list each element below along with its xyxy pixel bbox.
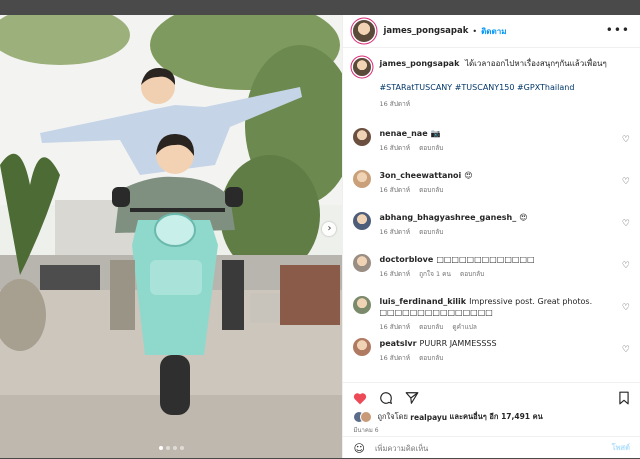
comment-meta: 16 สัปดาห์ ตอบกลับ — [379, 185, 472, 196]
post-side-panel: james_pongsapak • ติดตาม ••• james_pongs… — [342, 15, 640, 458]
post-header: james_pongsapak • ติดตาม ••• — [343, 15, 640, 48]
heart-icon[interactable] — [353, 392, 367, 405]
comment-row: 3on_cheewattanoi 😍 16 สัปดาห์ ตอบกลับ ♡ — [343, 164, 640, 206]
comment-time: 16 สัปดาห์ — [379, 186, 411, 194]
commenter-username[interactable]: luis_ferdinand_kilik — [379, 297, 466, 306]
caption-hashtags[interactable]: #STARatTUSCANY #TUSCANY150 #GPXThailand — [379, 82, 606, 94]
header-separator: • — [472, 26, 478, 36]
comment-row: luis_ferdinand_kilik Impressive post. Gre… — [343, 290, 640, 332]
post-photo[interactable]: › — [0, 15, 343, 458]
action-icons — [343, 383, 640, 405]
comment-input[interactable] — [372, 442, 612, 454]
likes-count[interactable]: และคนอื่นๆ อีก 17,491 คน — [450, 411, 543, 423]
comment-time: 16 สัปดาห์ — [379, 354, 411, 362]
comment-row: abhang_bhagyashree_ganesh_ 😍 16 สัปดาห์ ตอบ… — [343, 206, 640, 248]
commenter-avatar[interactable] — [353, 212, 372, 230]
comment-icon[interactable] — [379, 391, 393, 405]
comment-text: 📷 — [430, 129, 441, 138]
comment-body: 3on_cheewattanoi 😍 16 สัปดาห์ ตอบกลับ — [379, 164, 472, 196]
caption-time: 16 สัปดาห์ — [379, 100, 411, 108]
comment-time: 16 สัปดาห์ — [379, 270, 411, 278]
carousel-dot — [172, 446, 177, 450]
comment-meta: 16 สัปดาห์ ตอบกลับ — [379, 143, 443, 154]
more-options-icon[interactable]: ••• — [606, 24, 630, 36]
commenter-username[interactable]: peatslvr — [379, 339, 416, 348]
caption-username[interactable]: james_pongsapak — [379, 59, 459, 68]
comment-text: PUURR JAMMESSSS — [419, 339, 497, 348]
commenter-avatar[interactable] — [353, 170, 372, 188]
follow-button[interactable]: ติดตาม — [481, 25, 506, 38]
caption-meta: 16 สัปดาห์ — [379, 98, 606, 110]
comment-time: 16 สัปดาห์ — [379, 228, 411, 236]
comment-row: nenae_nae 📷 16 สัปดาห์ ตอบกลับ ♡ — [343, 122, 640, 164]
caption-body: james_pongsapak ได้เวลาออกไปหาเรื่องสนุก… — [379, 58, 606, 110]
reply-button[interactable]: ตอบกลับ — [460, 269, 484, 280]
comment-heart-icon[interactable]: ♡ — [622, 345, 630, 355]
caption-text: ได้เวลาออกไปหาเรื่องสนุกๆกันแล้วเพื่อนๆ — [464, 59, 607, 68]
comment-text: □□□□□□□□□□□□□ — [436, 255, 535, 264]
carousel-dot — [158, 446, 163, 450]
comment-time: 16 สัปดาห์ — [379, 144, 411, 152]
commenter-username[interactable]: doctorblove — [379, 255, 433, 264]
emoji-icon[interactable]: ☺ — [353, 442, 364, 455]
comment-meta: 16 สัปดาห์ ถูกใจ 1 คน ตอบกลับ — [379, 269, 534, 280]
bookmark-icon[interactable] — [618, 391, 630, 405]
comment-row: doctorblove □□□□□□□□□□□□□ 16 สัปดาห์ ถูกใจ … — [343, 248, 640, 290]
comment-heart-icon[interactable]: ♡ — [622, 303, 630, 313]
liker-avatars — [353, 411, 373, 423]
commenter-username[interactable]: abhang_bhagyashree_ganesh_ — [379, 213, 516, 222]
action-bar: ถูกใจโดย realpayu และคนอื่นๆ อีก 17,491 … — [343, 382, 640, 459]
commenter-avatar[interactable] — [353, 254, 372, 272]
carousel-dots — [0, 446, 342, 450]
author-avatar[interactable] — [353, 20, 376, 42]
comment-heart-icon[interactable]: ♡ — [622, 135, 630, 145]
post-modal: › james_pongsapak • ติดตาม ••• james_pon… — [0, 15, 640, 458]
reply-button[interactable]: ตอบกลับ — [419, 227, 443, 238]
carousel-dot — [165, 446, 170, 450]
carousel-dot — [179, 446, 184, 450]
comment-body: nenae_nae 📷 16 สัปดาห์ ตอบกลับ — [379, 122, 443, 154]
likes-prefix: ถูกใจโดย — [377, 412, 408, 421]
liker-username[interactable]: realpayu — [410, 413, 447, 422]
comment-body: abhang_bhagyashree_ganesh_ 😍 16 สัปดาห์ ตอบ… — [379, 206, 527, 238]
commenter-username[interactable]: nenae_nae — [379, 129, 427, 138]
reply-button[interactable]: ตอบกลับ — [419, 353, 443, 364]
comments-list[interactable]: james_pongsapak ได้เวลาออกไปหาเรื่องสนุก… — [343, 48, 640, 382]
author-avatar[interactable] — [353, 58, 372, 76]
reply-button[interactable]: ตอบกลับ — [419, 143, 443, 154]
comment-meta: 16 สัปดาห์ ตอบกลับ — [379, 353, 496, 364]
comment-likes[interactable]: ถูกใจ 1 คน — [419, 269, 451, 280]
share-icon[interactable] — [405, 391, 419, 405]
author-username[interactable]: james_pongsapak — [383, 26, 468, 36]
photo-illustration — [0, 15, 343, 458]
comment-heart-icon[interactable]: ♡ — [622, 219, 630, 229]
add-comment-bar: ☺ โพสต์ — [343, 436, 640, 459]
commenter-avatar[interactable] — [353, 338, 372, 356]
comment-body: peatslvr PUURR JAMMESSSS 16 สัปดาห์ ตอบกลับ — [379, 332, 496, 364]
likes-summary: ถูกใจโดย realpayu และคนอื่นๆ อีก 17,491 … — [343, 405, 640, 423]
commenter-username[interactable]: 3on_cheewattanoi — [379, 171, 461, 180]
comment-heart-icon[interactable]: ♡ — [622, 261, 630, 271]
post-date: มีนาคม 6 — [353, 427, 379, 434]
comment-text: 😍 — [519, 213, 528, 222]
commenter-avatar[interactable] — [353, 296, 372, 314]
post-comment-button[interactable]: โพสต์ — [612, 442, 630, 454]
comment-heart-icon[interactable]: ♡ — [622, 177, 630, 187]
comment-body: doctorblove □□□□□□□□□□□□□ 16 สัปดาห์ ถูกใจ … — [379, 248, 534, 280]
caption: james_pongsapak ได้เวลาออกไปหาเรื่องสนุก… — [343, 48, 640, 110]
comment-meta: 16 สัปดาห์ ตอบกลับ — [379, 227, 527, 238]
comment-text: 😍 — [464, 171, 473, 180]
comment-row: peatslvr PUURR JAMMESSSS 16 สัปดาห์ ตอบกลับ… — [343, 332, 640, 374]
reply-button[interactable]: ตอบกลับ — [419, 185, 443, 196]
commenter-avatar[interactable] — [353, 128, 372, 146]
comment-body: luis_ferdinand_kilik Impressive post. Gre… — [379, 290, 619, 333]
